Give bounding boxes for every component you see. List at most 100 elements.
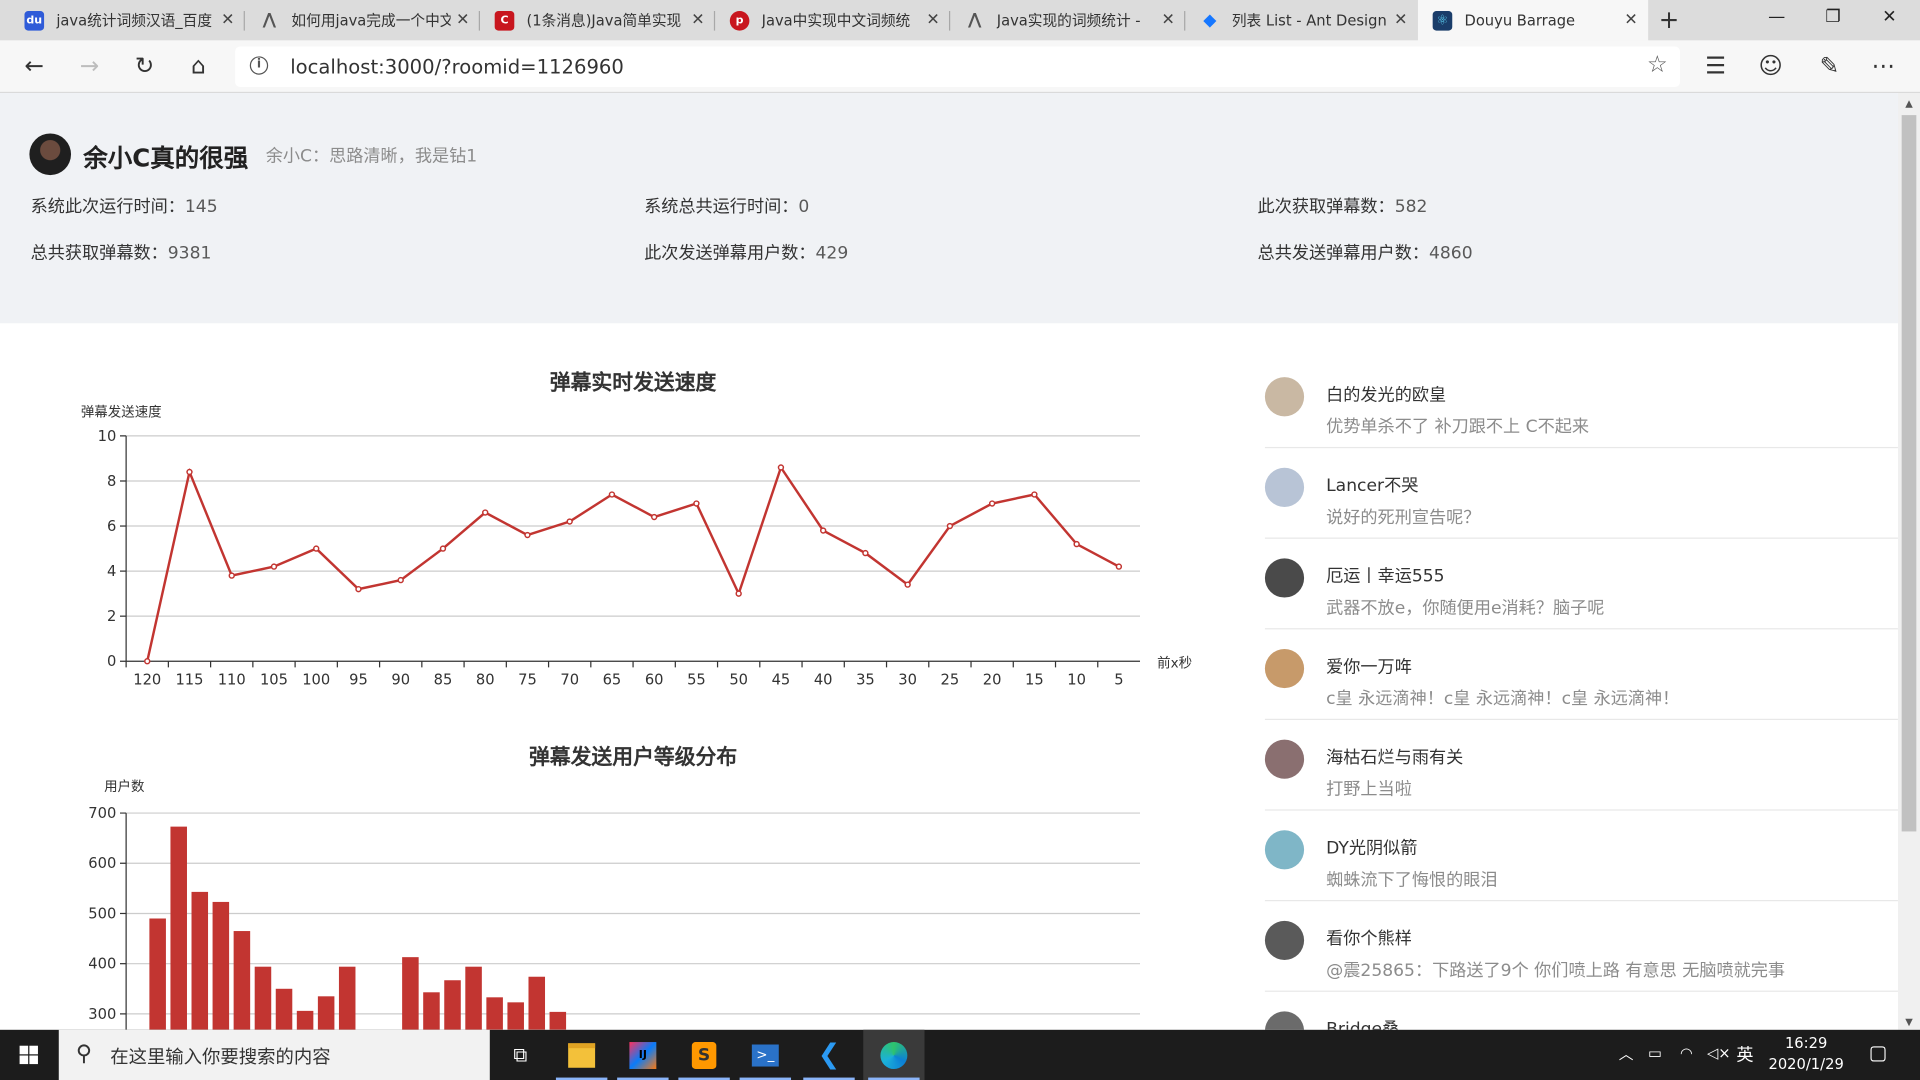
browser-tab[interactable]: ◆ 列表 List - Ant Design ✕ (1185, 0, 1418, 40)
browser-tab[interactable]: C (1条消息)Java简单实现 ✕ (480, 0, 716, 40)
barrage-item: 海枯石烂与雨有关 打野上当啦 (1264, 720, 1898, 811)
favorites-icon[interactable]: ☰ (1696, 48, 1735, 85)
taskbar-search-box[interactable]: ⚲ 在这里输入你要搜索的内容 (58, 1029, 490, 1080)
intellij-icon[interactable]: IJ (612, 1030, 673, 1080)
bar (212, 901, 230, 1030)
refresh-icon[interactable]: ↻ (125, 48, 164, 85)
streamer-avatar (29, 133, 72, 176)
line-chart: 0246810120 115 110 105 100 95 90 85 80 75 70 65 60 55… (98, 428, 1141, 688)
close-tab-icon[interactable]: ✕ (1156, 11, 1180, 29)
restore-icon[interactable]: ❐ (1805, 0, 1861, 40)
x-tick-label: 65 (603, 671, 622, 688)
tray-chevron-icon[interactable]: ︿ (1619, 1043, 1634, 1064)
bar (423, 992, 440, 1030)
browser-tab[interactable]: p Java中实现中文词频统 ✕ (715, 0, 951, 40)
barrage-item: DY光阴似箭 蜘蛛流下了悔恨的眼泪 (1264, 811, 1898, 902)
barrage-message: c皇 永远滴神！c皇 永远滴神！c皇 永远滴神！ (1326, 689, 1680, 709)
data-point (1073, 540, 1080, 548)
scrollbar-thumb[interactable] (1901, 115, 1917, 832)
favorite-star-icon[interactable]: ☆ (1647, 51, 1668, 78)
more-menu-icon[interactable]: ⋯ (1864, 48, 1903, 85)
bar (528, 976, 546, 1030)
line-chart-y-axis-name: 弹幕发送速度 (80, 404, 162, 421)
browser-tab[interactable]: ⋀ 如何用java完成一个中文 ✕ (245, 0, 481, 40)
close-tab-icon[interactable]: ✕ (1619, 11, 1643, 29)
file-explorer-icon[interactable] (551, 1030, 612, 1080)
x-tick-label: 5 (1114, 671, 1123, 688)
data-point (819, 527, 827, 534)
page-scrollbar[interactable]: ▲ ▼ (1897, 93, 1920, 1030)
zhihu-icon: ⋀ (262, 11, 277, 30)
url-text[interactable]: localhost:3000/?roomid=1126960 (290, 55, 624, 78)
taskbar-clock[interactable]: 16:29 2020/1/29 (1763, 1033, 1849, 1075)
battery-icon[interactable]: ▭ (1648, 1044, 1662, 1061)
powershell-icon[interactable]: >_ (735, 1030, 796, 1080)
user-avatar-icon (1264, 1011, 1305, 1030)
bar (549, 1011, 567, 1030)
data-point (777, 464, 785, 471)
bar (254, 966, 272, 1030)
x-tick-label: 35 (856, 671, 875, 688)
barrage-message: 蜘蛛流下了悔恨的眼泪 (1326, 870, 1498, 891)
browser-tab[interactable]: ⋀ Java实现的词频统计 - ✕ (950, 0, 1186, 40)
data-point (735, 590, 742, 597)
wifi-icon[interactable]: ◠ (1680, 1044, 1693, 1061)
x-tick-label: 25 (941, 671, 960, 688)
start-button[interactable] (0, 1030, 59, 1080)
profile-icon[interactable]: ☺ (1751, 48, 1790, 85)
streamer-header: 余小C真的很强 余小C：思路清晰，我是钻1 系统此次运行时间：145 系统总共运… (0, 93, 1898, 324)
barrage-user: DY光阴似箭 (1326, 838, 1418, 859)
bar (507, 1002, 524, 1030)
scroll-down-icon[interactable]: ▼ (1898, 1016, 1920, 1027)
close-tab-icon[interactable]: ✕ (1389, 11, 1413, 29)
bar (233, 931, 251, 1030)
address-bar[interactable]: i localhost:3000/?roomid=1126960 ☆ (235, 46, 1681, 87)
data-point (397, 576, 404, 584)
x-tick-label: 10 (1067, 671, 1086, 688)
close-tab-icon[interactable]: ✕ (921, 11, 945, 29)
user-avatar-icon (1264, 739, 1305, 779)
x-tick-label: 100 (302, 671, 330, 688)
stat-user-count: 此次发送弹幕用户数：429 (644, 243, 849, 264)
volume-icon[interactable]: ◁× (1707, 1044, 1731, 1061)
browser-tab[interactable]: du java统计词频汉语_百度 ✕ (10, 0, 245, 40)
series-line (146, 464, 1120, 662)
close-window-icon[interactable]: ✕ (1861, 0, 1917, 40)
barrage-item: 白的发光的欧皇 优势单杀不了 补刀跟不上 C不起来 (1264, 358, 1898, 449)
edge-browser-icon[interactable] (863, 1029, 925, 1080)
x-tick-label: 120 (133, 671, 161, 688)
home-icon[interactable]: ⌂ (179, 48, 218, 85)
close-tab-icon[interactable]: ✕ (451, 11, 475, 29)
back-icon[interactable]: ← (15, 48, 54, 85)
stat-total-user-count: 总共发送弹幕用户数：4860 (1257, 243, 1473, 264)
stat-run-time: 系统此次运行时间：145 (30, 197, 218, 217)
forward-icon[interactable]: → (70, 48, 109, 85)
barrage-message: @震25865：下路送了9个 你们喷上路 有意思 无脑喷就完事 (1326, 961, 1786, 981)
info-icon[interactable]: i (249, 56, 269, 75)
bar (275, 988, 293, 1030)
sublime-text-icon[interactable]: S (673, 1030, 734, 1080)
page-content: 余小C真的很强 余小C：思路清晰，我是钻1 系统此次运行时间：145 系统总共运… (0, 93, 1898, 1030)
barrage-item: Lancer不哭 说好的死刑宣告呢？ (1264, 448, 1898, 539)
x-tick-label: 30 (898, 671, 917, 688)
y-tick-label: 8 (107, 473, 116, 490)
y-tick-label: 400 (88, 956, 116, 973)
ime-indicator[interactable]: 英 (1736, 1042, 1753, 1066)
x-tick-label: 90 (391, 671, 410, 688)
notification-icon[interactable]: ▢ (1869, 1041, 1888, 1064)
data-point (524, 531, 531, 539)
tab-strip: du java统计词频汉语_百度 ✕ ⋀ 如何用java完成一个中文 ✕ C (… (0, 0, 1920, 41)
feedback-icon[interactable]: ✎ (1810, 48, 1849, 85)
browser-tab-active[interactable]: ⚛ Douyu Barrage ✕ (1417, 0, 1649, 41)
close-tab-icon[interactable]: ✕ (216, 11, 240, 29)
close-tab-icon[interactable]: ✕ (686, 11, 710, 29)
new-tab-icon[interactable]: + (1653, 4, 1685, 36)
data-point (355, 585, 362, 593)
tab-title: 列表 List - Ant Design (1231, 12, 1387, 30)
scroll-up-icon[interactable]: ▲ (1898, 98, 1920, 109)
barrage-user: 看你个熊样 (1326, 929, 1412, 949)
x-tick-label: 75 (518, 671, 537, 688)
minimize-icon[interactable]: — (1749, 0, 1805, 40)
task-view-icon[interactable]: ⧉ (490, 1030, 551, 1080)
vscode-icon[interactable]: ❮ (798, 1030, 859, 1080)
